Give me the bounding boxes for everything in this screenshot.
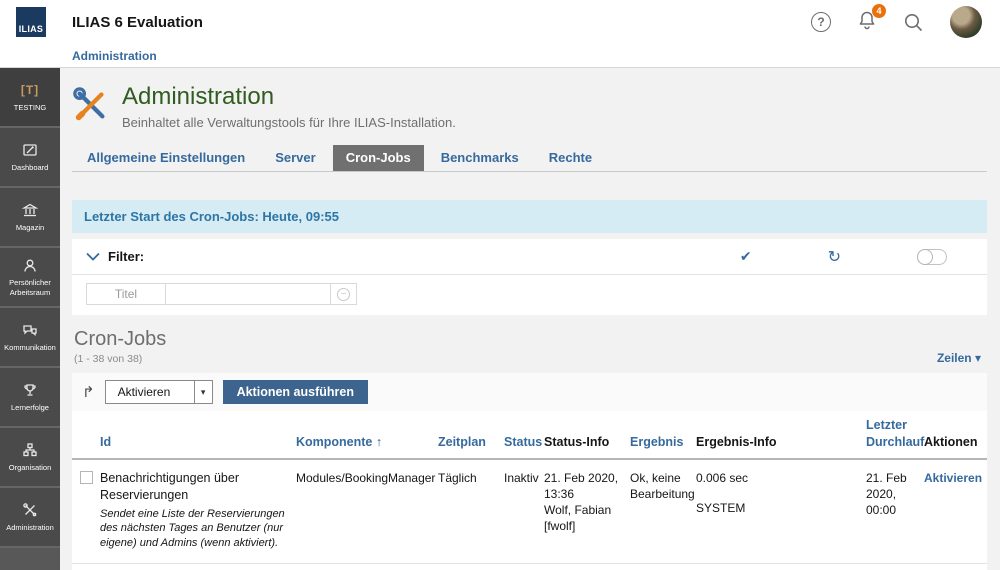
remove-filter-button[interactable]: − [331,283,357,305]
page-title: Administration [122,84,456,110]
filter-field-label: Titel [86,283,166,305]
cron-jobs-table: Id Komponente ↑ Zeitplan Status Status-I… [72,411,987,570]
app-title: ILIAS 6 Evaluation [72,14,203,31]
sidebar-item-organisation[interactable]: Organisation [0,428,60,488]
tab-rechte[interactable]: Rechte [536,145,605,171]
sidebar-item-testing[interactable]: [T] TESTING [0,68,60,128]
sidebar-item-magazin[interactable]: Magazin [0,188,60,248]
job-zeitplan: Täglich [438,470,504,551]
sort-asc-icon: ↑ [376,435,382,449]
chevron-down-icon[interactable] [86,252,100,261]
table-title: Cron-Jobs [74,328,985,351]
bulk-action-select[interactable]: Aktivieren ▾ [105,380,213,404]
dashboard-icon [22,142,38,159]
column-header-status[interactable]: Status [504,434,544,450]
personal-workspace-icon [22,257,38,274]
repository-icon [22,202,38,219]
filter-toggle[interactable] [917,249,947,265]
bulk-action-bar: ↱ Aktivieren ▾ Aktionen ausführen [72,373,987,411]
page-subtitle: Beinhaltet alle Verwaltungstools für Ihr… [122,115,456,130]
main-content: Administration Beinhaltet alle Verwaltun… [60,68,1000,570]
job-description: Sendet eine Liste der Reservierungen des… [100,507,286,552]
info-banner: Letzter Start des Cron-Jobs: Heute, 09:5… [72,200,987,233]
caret-down-icon: ▾ [194,381,212,403]
apply-filter-icon[interactable]: ✔ [740,248,752,265]
sidebar-item-dashboard[interactable]: Dashboard [0,128,60,188]
rows-menu-button[interactable]: Zeilen ▾ [937,351,981,365]
sidebar-item-persoenlicher-arbeitsraum[interactable]: Persönlicher Arbeitsraum [0,248,60,308]
organisation-icon [22,442,38,459]
testing-brackets-icon: [T] [21,82,39,99]
job-status: Inaktiv [504,470,544,551]
administration-icon [22,502,38,519]
filter-title: Filter: [108,249,144,264]
top-bar: ILIAS ILIAS 6 Evaluation ? 4 [0,0,1000,44]
sidebar-item-lernerfolge[interactable]: Lernerfolge [0,368,60,428]
communication-icon [22,322,38,339]
job-ergebnis: Ok, keine Bearbeitung [630,470,696,551]
filter-titel-input[interactable] [166,283,331,305]
action-aktivieren[interactable]: Aktivieren [924,470,982,486]
column-header-ergebnis[interactable]: Ergebnis [630,434,696,450]
main-sidebar: [T] TESTING Dashboard Magazin Persönlich… [0,68,60,570]
tab-bar: Allgemeine Einstellungen Server Cron-Job… [72,145,987,172]
column-header-zeitplan[interactable]: Zeitplan [438,434,504,450]
sidebar-item-kommunikation[interactable]: Kommunikation [0,308,60,368]
tab-allgemeine-einstellungen[interactable]: Allgemeine Einstellungen [74,145,258,171]
table-range: (1 - 38 von 38) [74,353,985,365]
minus-circle-icon: − [337,288,350,301]
sidebar-item-administration[interactable]: Administration [0,488,60,548]
column-header-ergebnis-info: Ergebnis-Info [696,434,866,450]
job-ergebnis-info: 0.006 sec SYSTEM [696,470,866,551]
column-header-aktionen: Aktionen [924,434,987,450]
breadcrumb: Administration [0,44,1000,68]
row-checkbox[interactable] [80,471,93,484]
execute-actions-button[interactable]: Aktionen ausführen [223,380,368,404]
column-header-id[interactable]: Id [100,434,296,450]
achievements-icon [22,382,38,399]
table-row: Buchung mit Präferenzen Automatische Buc… [72,564,987,570]
filter-panel: Filter: ✔ ↻ Titel − [72,239,987,315]
ilias-logo[interactable]: ILIAS [16,7,46,37]
job-title: Benachrichtigungen über Reservierungen [100,470,286,504]
job-komponente: Modules/BookingManager [296,470,438,551]
select-all-icon[interactable]: ↱ [82,383,95,401]
administration-page-icon [72,86,110,124]
table-row: Benachrichtigungen über Reservierungen S… [72,460,987,564]
column-header-letzter-durchlauf[interactable]: Letzter Durchlauf [866,417,924,450]
tab-server[interactable]: Server [262,145,328,171]
help-icon[interactable]: ? [811,12,831,32]
toggle-knob [917,249,933,265]
job-letzter-durchlauf: 21. Feb 2020, 00:00 [866,470,924,551]
notifications-button[interactable]: 4 [857,10,877,35]
tab-cron-jobs[interactable]: Cron-Jobs [333,145,424,171]
search-icon[interactable] [903,12,924,33]
column-header-komponente[interactable]: Komponente ↑ [296,434,438,450]
avatar[interactable] [950,6,982,38]
tab-benchmarks[interactable]: Benchmarks [428,145,532,171]
notification-badge: 4 [872,4,886,18]
reset-filter-icon[interactable]: ↻ [828,247,841,267]
column-header-status-info: Status-Info [544,434,630,450]
job-status-info: 21. Feb 2020, 13:36 Wolf, Fabian [fwolf] [544,470,630,551]
caret-down-icon: ▾ [975,351,981,365]
breadcrumb-link-administration[interactable]: Administration [72,49,157,63]
